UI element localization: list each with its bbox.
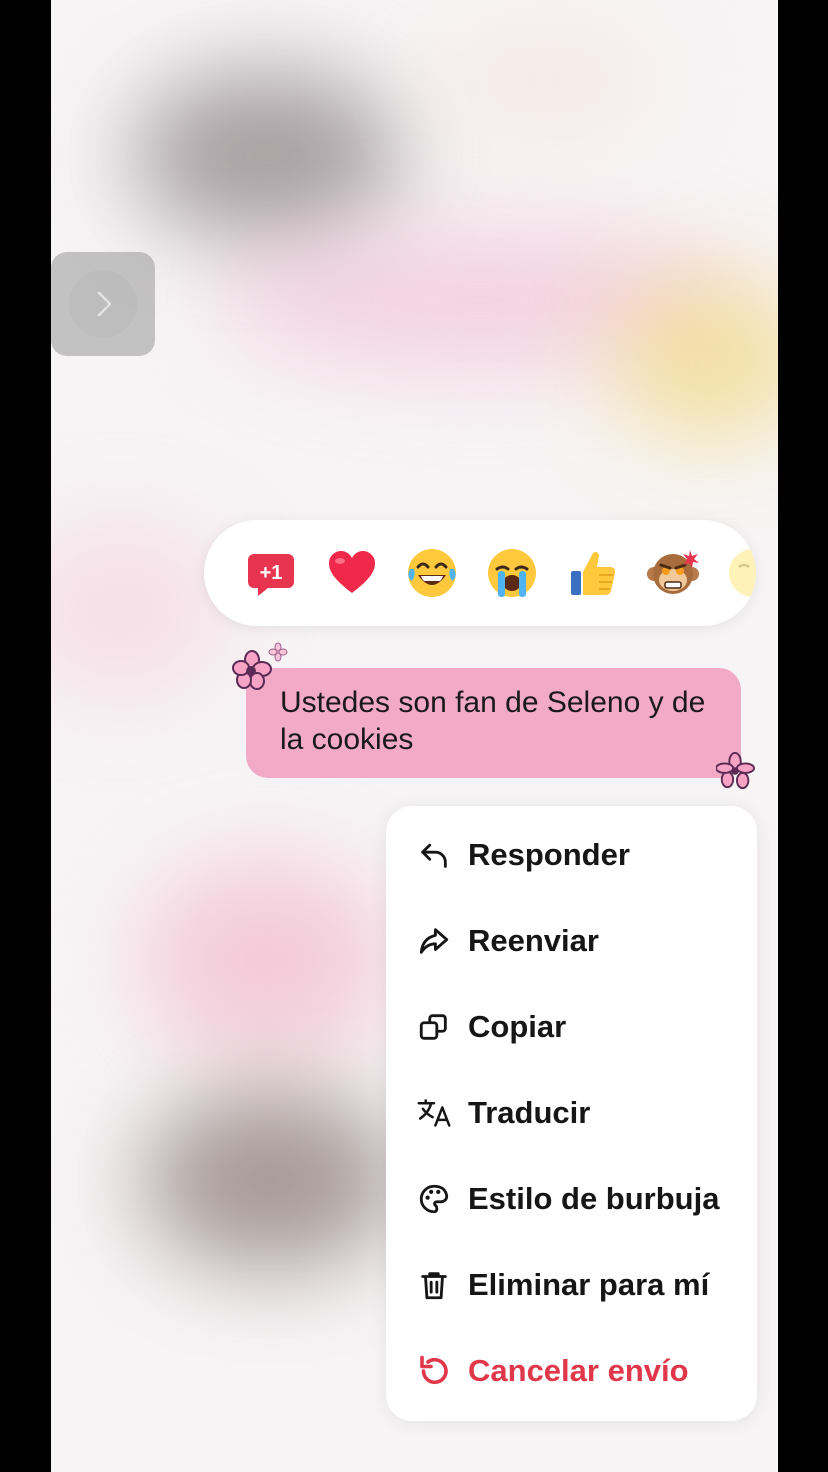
message-bubble[interactable]: Ustedes son fan de Seleno y de la cookie… bbox=[246, 668, 741, 778]
forward-icon bbox=[416, 923, 452, 959]
blurred-background bbox=[141, 1090, 401, 1270]
menu-item-traducir[interactable]: Traducir bbox=[386, 1070, 757, 1156]
menu-item-estilo-de-burbuja[interactable]: Estilo de burbuja bbox=[386, 1156, 757, 1242]
trash-icon bbox=[416, 1267, 452, 1303]
blurred-background bbox=[431, 20, 661, 140]
menu-item-label: Responder bbox=[468, 837, 630, 872]
small-flower-icon bbox=[268, 642, 288, 662]
menu-item-label: Copiar bbox=[468, 1009, 567, 1044]
heart-reaction[interactable] bbox=[320, 541, 384, 605]
blurred-background bbox=[51, 520, 231, 700]
menu-item-label: Eliminar para mí bbox=[468, 1267, 710, 1302]
blurred-background bbox=[141, 860, 391, 1060]
reply-icon bbox=[416, 837, 452, 873]
plus-one-reaction[interactable]: +1 bbox=[239, 541, 303, 605]
menu-item-cancelar-envio[interactable]: Cancelar envío bbox=[386, 1328, 757, 1414]
menu-item-reenviar[interactable]: Reenviar bbox=[386, 898, 757, 984]
blurred-background bbox=[131, 70, 401, 240]
more-reaction[interactable] bbox=[721, 541, 756, 605]
forward-nav-button[interactable] bbox=[51, 252, 155, 356]
flower-sticker-icon bbox=[716, 752, 755, 790]
angry-monkey-reaction[interactable] bbox=[641, 541, 705, 605]
menu-item-eliminar-para-mi[interactable]: Eliminar para mí bbox=[386, 1242, 757, 1328]
menu-item-label: Reenviar bbox=[468, 923, 599, 958]
message-text: Ustedes son fan de Seleno y de la cookie… bbox=[280, 686, 706, 756]
palette-icon bbox=[416, 1181, 452, 1217]
menu-item-copiar[interactable]: Copiar bbox=[386, 984, 757, 1070]
translate-icon bbox=[416, 1095, 452, 1131]
reaction-bar: +1 bbox=[204, 520, 756, 626]
thumbs-up-reaction[interactable] bbox=[561, 541, 625, 605]
crying-reaction[interactable] bbox=[480, 541, 544, 605]
laughing-reaction[interactable] bbox=[400, 541, 464, 605]
menu-item-label: Traducir bbox=[468, 1095, 591, 1130]
undo-icon bbox=[416, 1353, 452, 1389]
chevron-right-icon bbox=[97, 291, 112, 317]
message-context-menu: Responder Reenviar Copiar Traducir Estil… bbox=[386, 806, 757, 1421]
menu-item-label: Estilo de burbuja bbox=[468, 1181, 720, 1216]
copy-icon bbox=[416, 1009, 452, 1045]
chat-screen: +1 Ustedes son fan de Seleno y de la coo… bbox=[51, 0, 778, 1472]
menu-item-label: Cancelar envío bbox=[468, 1353, 689, 1388]
menu-item-responder[interactable]: Responder bbox=[386, 812, 757, 898]
svg-text:+1: +1 bbox=[260, 562, 283, 584]
